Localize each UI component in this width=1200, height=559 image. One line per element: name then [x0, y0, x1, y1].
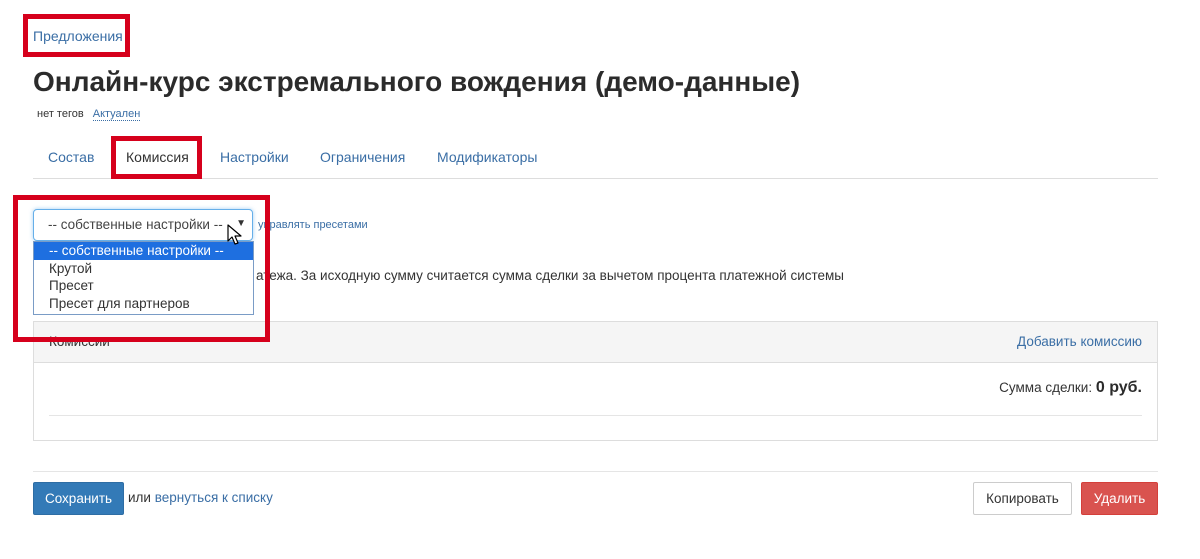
back-to-list-link[interactable]: вернуться к списку: [155, 490, 273, 505]
highlight-preset-select: [13, 195, 270, 342]
manage-presets-link[interactable]: управлять пресетами: [258, 219, 368, 231]
highlight-breadcrumb: [23, 14, 130, 57]
status-link[interactable]: Актуален: [92, 108, 141, 121]
copy-button[interactable]: Копировать: [973, 482, 1072, 515]
commission-description: атежа. За исходную сумму считается сумма…: [256, 268, 845, 283]
tab-composition[interactable]: Состав: [48, 149, 94, 165]
tab-restrictions[interactable]: Ограничения: [320, 149, 405, 165]
tags-line: нет тегов Актуален: [37, 108, 141, 121]
delete-button[interactable]: Удалить: [1081, 482, 1158, 515]
highlight-commission-tab: [111, 136, 202, 179]
page-title: Онлайн-курс экстремального вождения (дем…: [33, 66, 801, 97]
or-text: или: [128, 490, 151, 505]
save-button[interactable]: Сохранить: [33, 482, 124, 515]
footer-divider: [33, 471, 1158, 472]
tab-modifiers[interactable]: Модификаторы: [437, 149, 537, 165]
deal-sum: Сумма сделки: 0 руб.: [999, 379, 1142, 397]
tags-text: нет тегов: [37, 108, 84, 120]
deal-sum-label: Сумма сделки:: [999, 380, 1093, 395]
panel-divider: [49, 415, 1142, 416]
mouse-cursor-icon: [227, 224, 242, 245]
deal-sum-value: 0 руб.: [1095, 379, 1142, 396]
tab-settings[interactable]: Настройки: [220, 149, 289, 165]
back-text: или вернуться к списку: [128, 490, 273, 505]
add-commission-link[interactable]: Добавить комиссию: [1017, 334, 1142, 349]
